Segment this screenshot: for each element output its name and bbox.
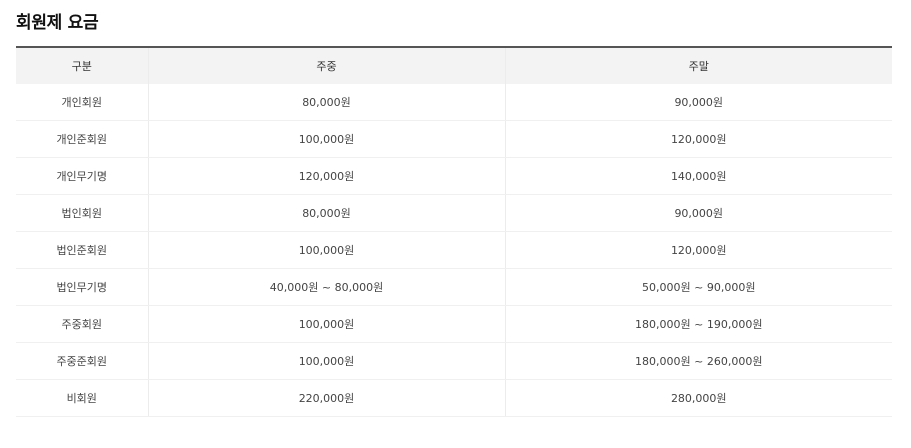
cell-weekend: 120,000원	[504, 120, 892, 158]
table-row: 개인회원 80,000원 90,000원	[16, 84, 892, 121]
header-category: 구분	[71, 60, 92, 73]
membership-fee-table: 구분 주중 주말 개인회원 80,000원 90,000원 개인준회원 100,…	[16, 46, 892, 417]
cell-category: 개인무기명	[16, 157, 148, 195]
cell-category: 비회원	[16, 379, 148, 417]
table-row: 개인무기명 120,000원 140,000원	[16, 157, 892, 195]
cell-weekend: 50,000원 ~ 90,000원	[504, 268, 892, 306]
cell-category: 개인회원	[16, 84, 148, 121]
cell-category: 주중준회원	[16, 342, 148, 380]
cell-weekday: 40,000원 ~ 80,000원	[147, 268, 505, 306]
cell-category: 개인준회원	[16, 120, 148, 158]
cell-weekday: 120,000원	[147, 157, 505, 195]
cell-weekday: 80,000원	[147, 84, 505, 121]
cell-weekend: 90,000원	[504, 194, 892, 232]
table-row: 주중회원 100,000원 180,000원 ~ 190,000원	[16, 305, 892, 343]
cell-weekend: 180,000원 ~ 190,000원	[504, 305, 892, 343]
cell-weekday: 220,000원	[147, 379, 505, 417]
cell-weekday: 80,000원	[147, 194, 505, 232]
table-row: 법인무기명 40,000원 ~ 80,000원 50,000원 ~ 90,000…	[16, 268, 892, 306]
cell-category: 법인회원	[16, 194, 148, 232]
cell-category: 법인무기명	[16, 268, 148, 306]
header-weekday: 주중	[147, 47, 505, 84]
cell-weekend: 280,000원	[504, 379, 892, 417]
table-row: 주중준회원 100,000원 180,000원 ~ 260,000원	[16, 342, 892, 380]
cell-weekend: 180,000원 ~ 260,000원	[504, 342, 892, 380]
cell-weekend: 90,000원	[504, 84, 892, 121]
cell-weekday: 100,000원	[147, 305, 505, 343]
cell-category: 주중회원	[16, 305, 148, 343]
cell-weekend: 140,000원	[504, 157, 892, 195]
table-row: 비회원 220,000원 280,000원	[16, 379, 892, 417]
cell-weekend: 120,000원	[504, 231, 892, 269]
cell-category: 법인준회원	[16, 231, 148, 269]
header-weekend: 주말	[504, 47, 892, 84]
table-row: 개인준회원 100,000원 120,000원	[16, 120, 892, 158]
cell-weekday: 100,000원	[147, 342, 505, 380]
cell-weekday: 100,000원	[147, 231, 505, 269]
cell-weekday: 100,000원	[147, 120, 505, 158]
table-row: 법인준회원 100,000원 120,000원	[16, 231, 892, 269]
page-title: 회원제 요금	[16, 13, 99, 33]
table-row: 법인회원 80,000원 90,000원	[16, 194, 892, 232]
table-header-row: 구분 주중 주말	[16, 47, 892, 84]
